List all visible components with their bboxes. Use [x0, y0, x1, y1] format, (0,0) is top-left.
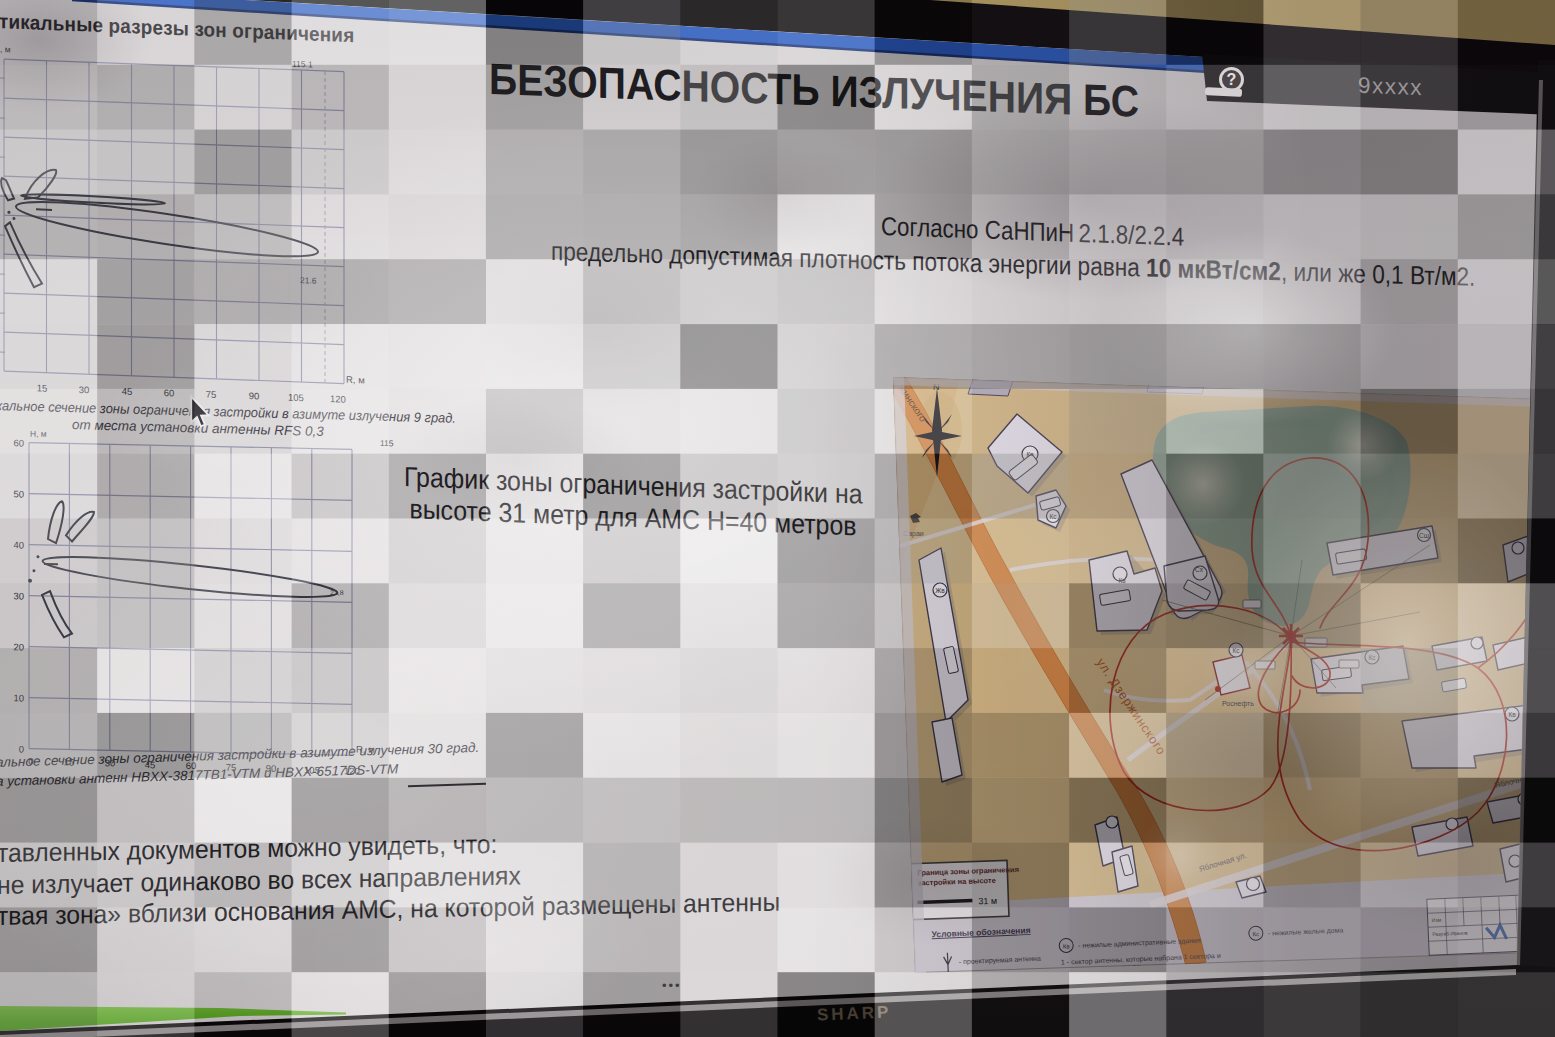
- svg-text:Разраб.: Разраб.: [1432, 930, 1450, 937]
- svg-text:Кв: Кв: [1508, 711, 1516, 718]
- svg-text:Кс: Кс: [1253, 931, 1260, 937]
- svg-text:Иванов: Иванов: [1450, 930, 1468, 937]
- svg-text:Жв: Жв: [935, 587, 945, 594]
- svg-text:Кв: Кв: [1063, 943, 1070, 949]
- svg-text:Изм.: Изм.: [1432, 917, 1443, 923]
- svg-text:Сш: Сш: [1419, 532, 1429, 539]
- svg-text:31 м: 31 м: [978, 896, 997, 907]
